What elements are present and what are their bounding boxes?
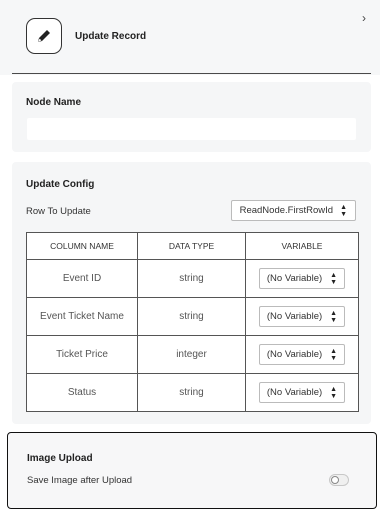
column-name-cell: Ticket Price	[26, 335, 138, 374]
header-bar: › Update Record	[0, 0, 380, 75]
variable-select[interactable]: (No Variable) ▲ ▼	[258, 344, 346, 365]
save-image-toggle[interactable]	[329, 474, 349, 486]
table-row: Event Ticket Name string (No Variable) ▲…	[26, 297, 359, 336]
node-name-section: Node Name	[12, 82, 371, 152]
data-type-cell: string	[137, 297, 246, 336]
table-header-row: COLUMN NAME DATA TYPE VARIABLE	[26, 232, 359, 260]
variable-value: (No Variable)	[266, 387, 323, 398]
variable-cell: (No Variable) ▲ ▼	[245, 259, 359, 298]
image-upload-section: Image Upload Save Image after Upload	[7, 432, 377, 509]
node-name-label: Node Name	[26, 97, 82, 108]
variable-select[interactable]: (No Variable) ▲ ▼	[258, 306, 346, 327]
data-type-cell: string	[137, 259, 246, 298]
node-name-input[interactable]	[27, 118, 356, 140]
row-to-update-select[interactable]: ReadNode.FirstRowId ▲ ▼	[230, 200, 356, 221]
chevron-right-icon[interactable]: ›	[362, 11, 366, 25]
save-image-label: Save Image after Upload	[27, 475, 133, 486]
variable-header: VARIABLE	[245, 232, 359, 260]
column-name-cell: Event Ticket Name	[26, 297, 138, 336]
column-name-cell: Status	[26, 373, 138, 412]
select-arrows-icon: ▲ ▼	[330, 347, 338, 362]
column-name-cell: Event ID	[26, 259, 138, 298]
data-type-header: DATA TYPE	[137, 232, 246, 260]
data-type-cell: string	[137, 373, 246, 412]
variable-cell: (No Variable) ▲ ▼	[245, 335, 359, 374]
data-type-cell: integer	[137, 335, 246, 374]
select-arrows-icon: ▲ ▼	[340, 203, 347, 218]
select-arrows-icon: ▲ ▼	[330, 309, 338, 324]
select-arrows-icon: ▲ ▼	[330, 271, 338, 286]
table-row: Event ID string (No Variable) ▲ ▼	[26, 259, 359, 298]
header-divider	[12, 73, 371, 74]
update-config-label: Update Config	[26, 179, 95, 190]
table-row: Status string (No Variable) ▲ ▼	[26, 373, 359, 412]
variable-value: (No Variable)	[266, 273, 323, 284]
row-to-update-label: Row To Update	[26, 206, 91, 217]
column-name-header: COLUMN NAME	[26, 232, 138, 260]
select-arrows-icon: ▲ ▼	[330, 385, 338, 400]
update-config-section: Update Config Row To Update ReadNode.Fir…	[12, 162, 371, 424]
pencil-icon	[26, 18, 62, 54]
page-title: Update Record	[75, 31, 147, 42]
variable-value: (No Variable)	[266, 349, 323, 360]
toggle-knob	[331, 476, 339, 484]
image-upload-label: Image Upload	[27, 453, 93, 464]
variable-cell: (No Variable) ▲ ▼	[245, 373, 359, 412]
variable-cell: (No Variable) ▲ ▼	[245, 297, 359, 336]
table-row: Ticket Price integer (No Variable) ▲ ▼	[26, 335, 359, 374]
row-to-update-value: ReadNode.FirstRowId	[239, 205, 334, 216]
column-mapping-table: COLUMN NAME DATA TYPE VARIABLE Event ID …	[26, 232, 359, 412]
variable-select[interactable]: (No Variable) ▲ ▼	[258, 268, 346, 289]
variable-select[interactable]: (No Variable) ▲ ▼	[258, 382, 346, 403]
variable-value: (No Variable)	[266, 311, 323, 322]
